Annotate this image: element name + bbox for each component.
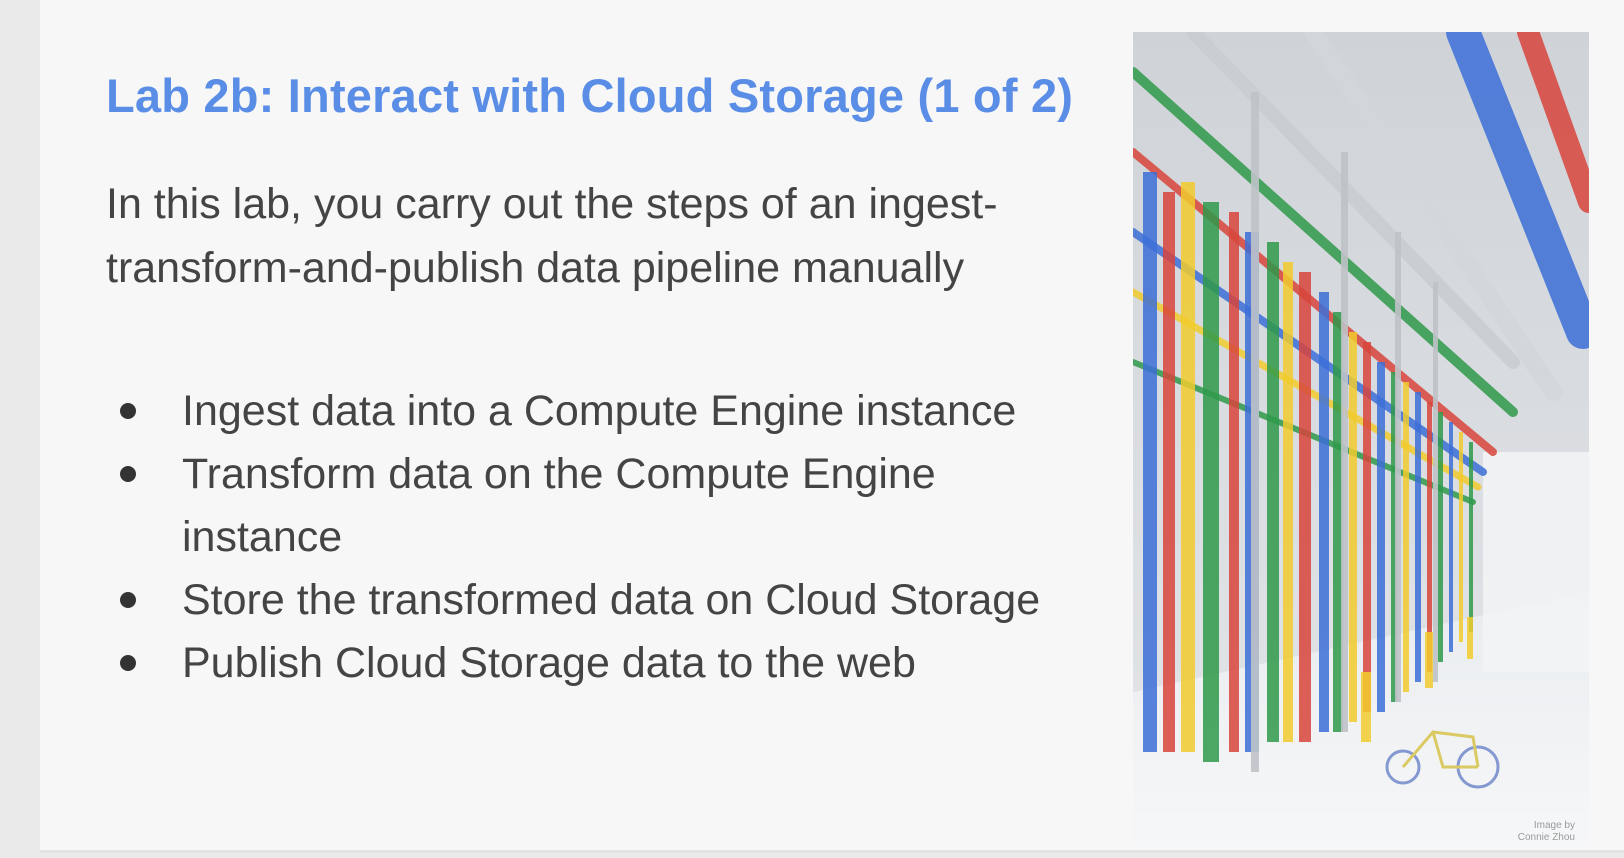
- datacenter-illustration: [1133, 32, 1589, 850]
- slide: Lab 2b: Interact with Cloud Storage (1 o…: [40, 0, 1624, 853]
- datacenter-photo: Image by Connie Zhou: [1133, 32, 1589, 850]
- bullet-list: Ingest data into a Compute Engine instan…: [106, 380, 1086, 695]
- bullet-text: Transform data on the Compute Engine ins…: [182, 450, 936, 561]
- bullet-item: Publish Cloud Storage data to the web: [106, 632, 1086, 695]
- slide-title: Lab 2b: Interact with Cloud Storage (1 o…: [106, 69, 1074, 122]
- bullet-item: Store the transformed data on Cloud Stor…: [106, 569, 1086, 632]
- bullet-icon: [120, 466, 136, 482]
- bullet-text: Publish Cloud Storage data to the web: [182, 639, 916, 687]
- bullet-text: Ingest data into a Compute Engine instan…: [182, 387, 1017, 435]
- bullet-icon: [120, 592, 136, 608]
- bullet-item: Ingest data into a Compute Engine instan…: [106, 380, 1086, 443]
- image-credit: Image by Connie Zhou: [1517, 820, 1575, 843]
- bullet-icon: [120, 655, 136, 671]
- bullet-text: Store the transformed data on Cloud Stor…: [182, 576, 1041, 624]
- bullet-icon: [120, 403, 136, 419]
- intro-paragraph: In this lab, you carry out the steps of …: [106, 180, 998, 292]
- bullet-item: Transform data on the Compute Engine ins…: [106, 443, 1086, 569]
